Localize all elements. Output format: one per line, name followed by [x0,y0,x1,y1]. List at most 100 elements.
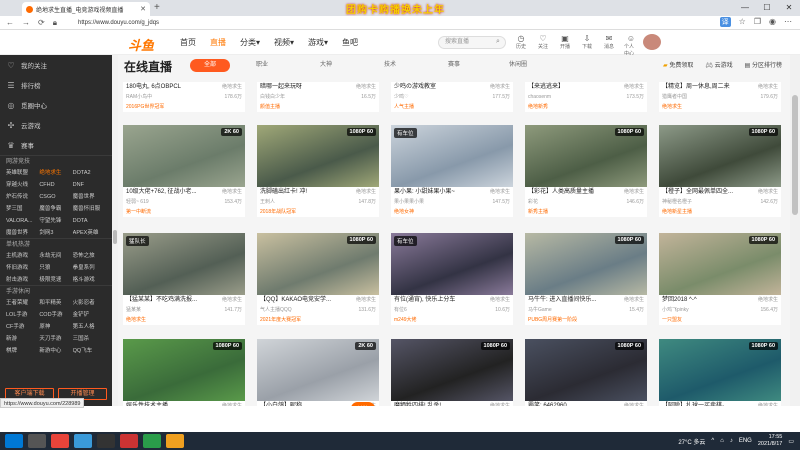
stream-card[interactable]: 1080P 60娱乐性技术主播绝地求生湖北91万绝地求生 [123,339,245,406]
stream-title[interactable]: 【阿聪】扎球一买卖棋。 [662,401,728,406]
sidebar-item[interactable]: ☰ 排行榜 [0,75,112,95]
sidebar-game-link[interactable]: VALORA... [6,216,39,226]
stream-card[interactable]: 1080P 60霸笑: 6462960绝地求生霸笑77.6万公众精华活跃 [525,339,647,406]
follow-button[interactable]: ♡ 关注 [536,34,550,57]
stream-card[interactable]: 1080P 60 【QQ】KAKAO电竞安学... 绝地求生 气人主播QQQ 131.6… [257,233,379,325]
stream-title[interactable]: 有位(通宵), 快乐上分车 [394,295,455,306]
streamer-name[interactable]: 彩花 [528,198,538,207]
stream-thumbnail[interactable]: 1080P 60 [391,339,513,401]
streamer-name[interactable]: 气人主播QQQ [260,306,292,315]
stream-title[interactable]: 马牛牛: 进入直播间快乐... [528,295,596,306]
stream-thumbnail[interactable]: 1080P 60 [525,125,647,187]
stream-card[interactable]: 猛队长 【猛某某】不吃鸡满洗报... 绝地求生 猛某某 141.7万 绝地求生 [123,233,245,325]
chat-taskbar-icon[interactable] [143,434,161,448]
stream-thumbnail[interactable]: 2K 60 [123,125,245,187]
streamer-name[interactable]: 轻弱~ 619 [126,198,149,207]
steam-taskbar-icon[interactable] [97,434,115,448]
douyu-logo[interactable]: 斗鱼 [128,35,154,54]
forward-icon[interactable]: → [22,18,30,27]
stream-card[interactable]: 【精览】周一休息,周二来 绝地求生 猎鹰者中国 179.6万 绝地求生 [659,82,781,112]
stream-thumbnail[interactable]: 有车位 [391,233,513,295]
sidebar-game-link[interactable]: 梦三国 [6,204,39,214]
stream-thumbnail[interactable]: 2K 60 [257,339,379,401]
nav-video[interactable]: 视频▾ [274,37,294,48]
streamer-name[interactable]: chaosenm [528,93,551,102]
stream-title[interactable]: 【橙子】全网最佩单四全... [662,187,733,198]
sidebar-game-link[interactable]: APEX英雄 [73,228,106,238]
history-button[interactable]: ◷ 历史 [514,34,528,57]
sidebar-item[interactable]: ♡ 我的关注 [0,55,112,75]
stream-title[interactable]: 少鸣の游戏教室 [394,82,436,93]
stream-title[interactable]: 梦回2018 ^-^ [662,295,697,306]
streamer-name[interactable]: 果小果果小果 [394,198,424,207]
streamer-name[interactable]: 神秘橙名橙子 [662,198,692,207]
menu-icon[interactable]: ⋯ [784,17,792,27]
star-icon[interactable]: ☆ [739,17,746,27]
sidebar-game-link[interactable]: 新游中心 [39,346,72,356]
stream-thumbnail[interactable]: 猛队长 [123,233,245,295]
stream-card[interactable]: 2K 60 10级大佬+762, 征战小老... 绝地求生 轻弱~ 619 153.4万… [123,125,245,217]
collections-icon[interactable]: ❐ [754,17,761,27]
sidebar-game-link[interactable]: LOL手游 [6,310,39,320]
category-tab[interactable]: 技术 [358,59,422,72]
streamer-name[interactable]: 猎鹰者中国 [662,93,687,102]
stream-title[interactable]: 【小白鸽】昵称 [260,401,302,406]
sidebar-game-link[interactable]: QQ飞车 [73,346,106,356]
stream-title[interactable]: 洗脚磕出红卡! 冲! [260,187,307,198]
nav-categories[interactable]: 分类▾ [240,37,260,48]
sidebar-game-link[interactable]: COD手游 [39,310,72,320]
sidebar-game-link[interactable]: 新游 [6,334,39,344]
sidebar-game-link[interactable]: 绝地求生 [39,168,72,178]
browser-tab[interactable]: 绝地求生直播_电竞游戏视频直播 ✕ [22,2,150,16]
nav-games[interactable]: 游戏▾ [308,37,328,48]
sidebar-game-link[interactable]: DOTA2 [73,168,106,178]
go-live-button[interactable]: ▣ 开播 [558,34,572,57]
user-center-button[interactable]: ☺ 个人中心 [624,34,638,57]
category-tab[interactable]: 全部 [190,59,230,72]
close-tab-icon[interactable]: ✕ [140,5,146,13]
stream-card[interactable]: 1080P 60 马牛牛: 进入直播间快乐... 绝地求生 马牛Game 15.4万 PU… [525,233,647,325]
stream-card[interactable]: 1080P 60 【橙子】全网最佩单四全... 绝地求生 神秘橙名橙子 142.6万 绝地… [659,125,781,217]
sidebar-game-link[interactable]: 第五人格 [73,322,106,332]
sidebar-game-link[interactable]: DOTA [73,216,106,226]
stream-title[interactable]: 【猛某某】不吃鸡满洗报... [126,295,197,306]
sidebar-game-link[interactable]: 永劫无间 [39,251,72,261]
record-taskbar-icon[interactable] [120,434,138,448]
category-tab[interactable]: 休闲圈 [486,59,550,72]
back-icon[interactable]: ← [6,18,14,27]
sidebar-game-link[interactable]: 棋牌 [6,346,39,356]
sidebar-group-title[interactable]: 单机热游 [0,238,112,251]
sidebar-game-link[interactable]: 剑网3 [39,228,72,238]
app-taskbar-icon[interactable] [51,434,69,448]
sidebar-group-title[interactable]: 手游休闲 [0,285,112,298]
stream-title[interactable]: 磨牺牲四排! 乱杀! [394,401,441,406]
reload-icon[interactable]: ⟳ [38,18,45,27]
sidebar-game-link[interactable]: 和平精英 [39,298,72,308]
sidebar-game-link[interactable]: 格斗游戏 [73,275,106,285]
new-tab-button[interactable]: + [154,2,160,13]
stream-title[interactable]: 180电丸, 6点OBPCL [126,82,181,93]
network-icon[interactable]: ⌂ [720,438,724,444]
sidebar-game-link[interactable]: CFHD [39,180,72,190]
close-window-icon[interactable]: ✕ [778,0,800,16]
sidebar-game-link[interactable]: 恐怖之旅 [73,251,106,261]
sidebar-item[interactable]: ✣ 云游戏 [0,115,112,135]
sidebar-game-link[interactable]: 射击游戏 [6,275,39,285]
stream-title[interactable]: 果小果: 小甜妹果小果~ [394,187,455,198]
stream-thumbnail[interactable]: 1080P 60 [525,339,647,401]
stream-card[interactable]: 【来逃逃来】 绝地求生 chaosenm 173.5万 绝地新秀 [525,82,647,112]
language-indicator[interactable]: ENG [739,438,752,444]
ranking-link[interactable]: ▤ 分区排行榜 [745,60,782,69]
sidebar-game-link[interactable]: 极限竞速 [39,275,72,285]
sidebar-game-link[interactable]: 怀旧游戏 [6,263,39,273]
sidebar-game-link[interactable]: 火影忍者 [73,298,106,308]
stream-title[interactable]: 【来逃逃来】 [528,82,564,93]
url-field[interactable]: https://www.douyu.com/g_jdqs [78,17,159,29]
sidebar-game-link[interactable]: 原神 [39,322,72,332]
streamer-name[interactable]: RAM小鸟中 [126,93,152,102]
stream-thumbnail[interactable]: 1080P 60 [257,233,379,295]
sidebar-game-link[interactable]: 炉石传说 [6,192,39,202]
message-button[interactable]: ✉ 消息 [602,34,616,57]
stream-card[interactable]: 有车位 果小果: 小甜妹果小果~ 绝地求生 果小果果小果 147.5万 绝地女神 [391,125,513,217]
stream-card[interactable]: 1080P 60磨牺牲四排! 乱杀!绝地求生磨牺84.6万明星主播 [391,339,513,406]
